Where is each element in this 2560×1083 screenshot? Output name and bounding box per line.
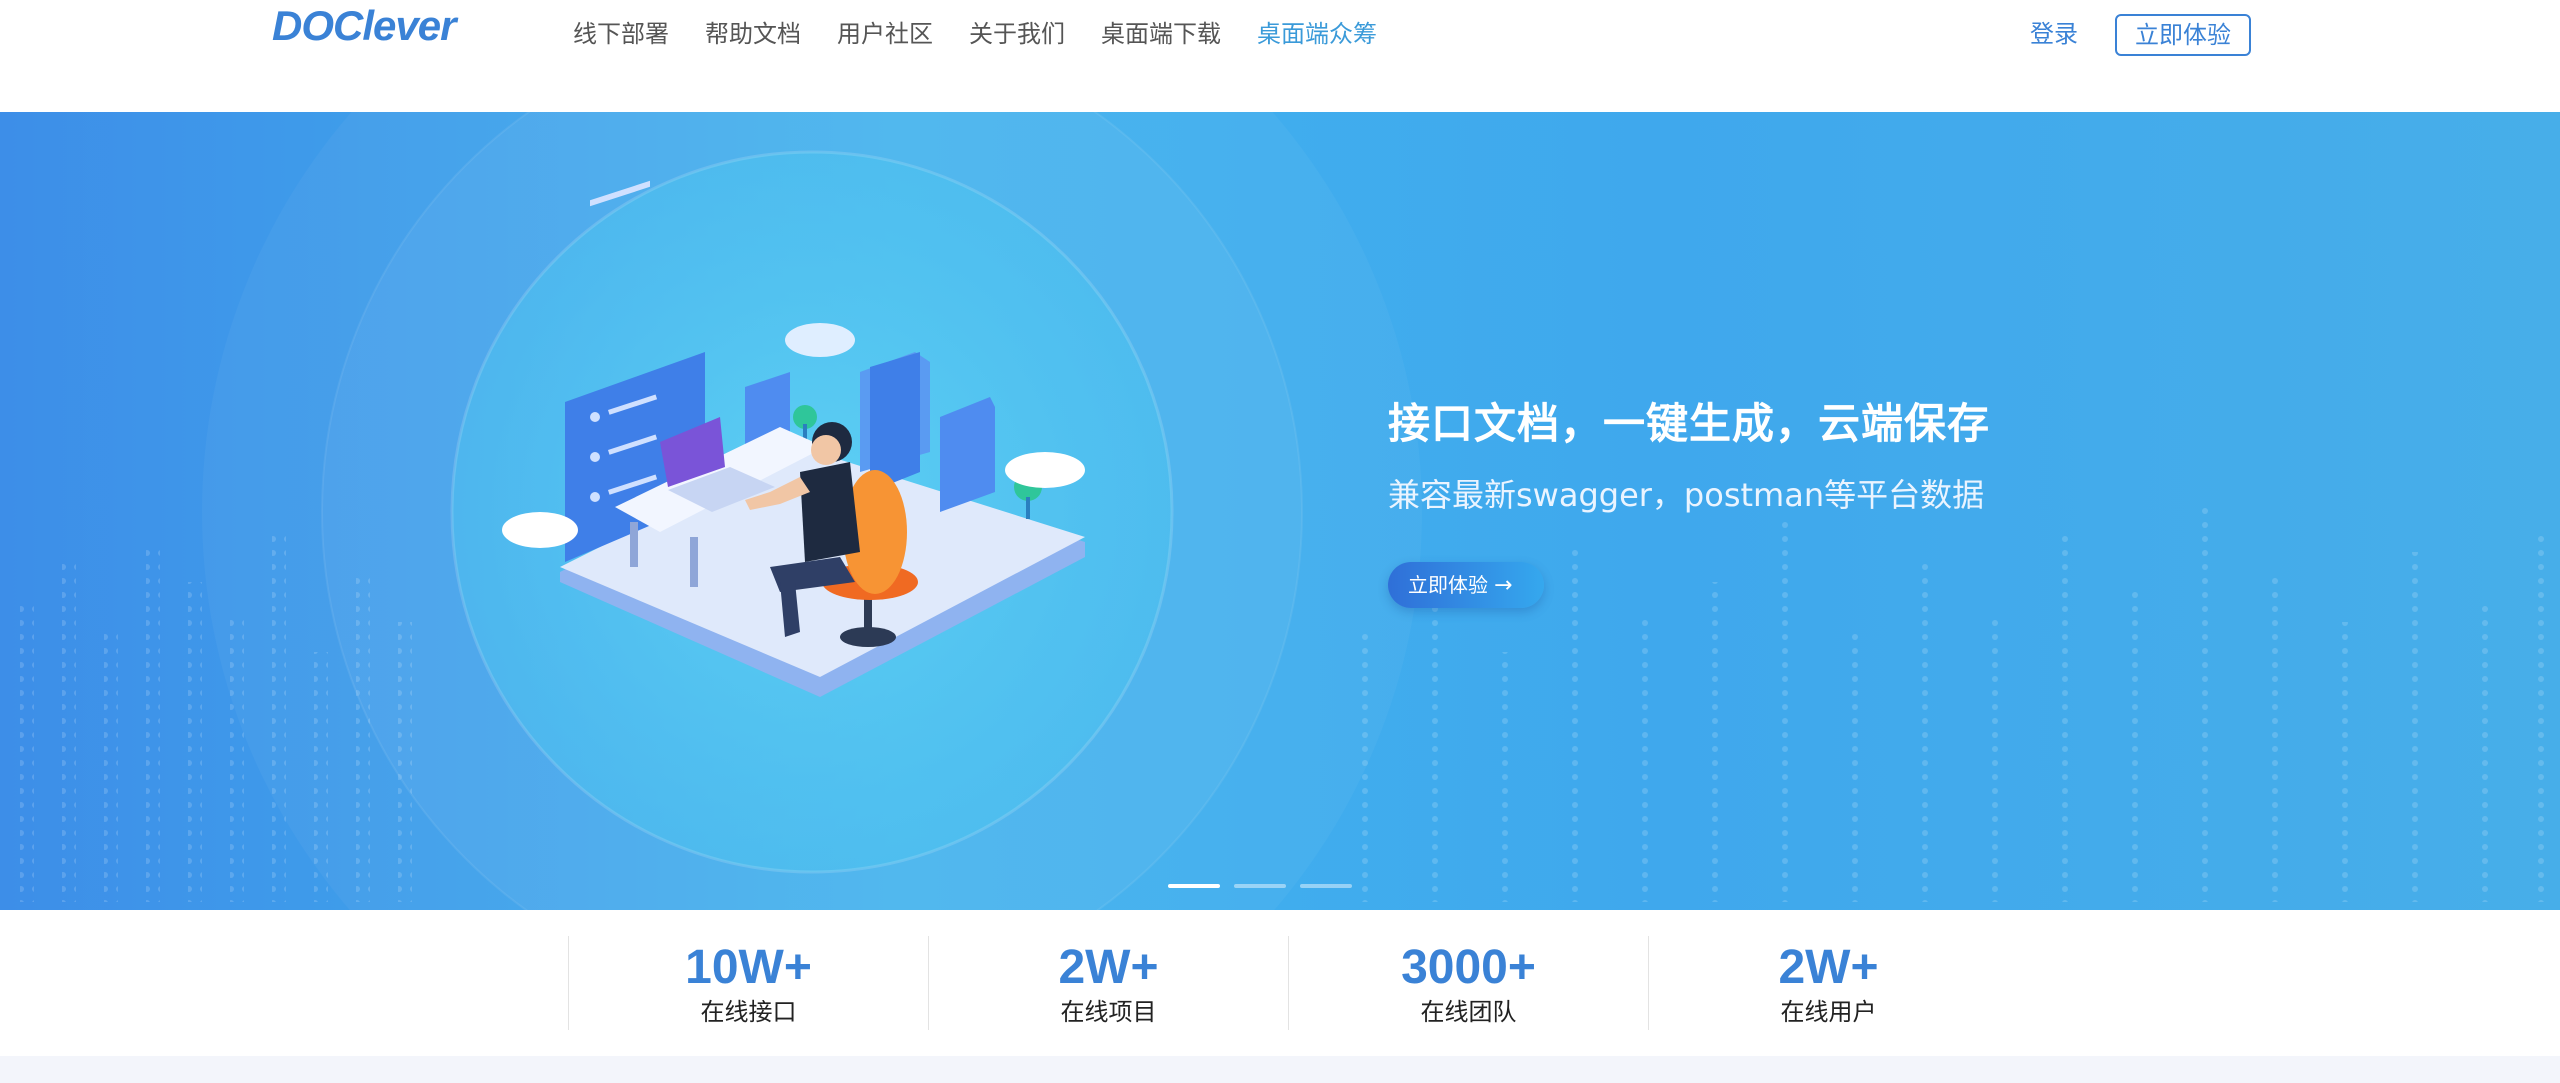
- stats-bar: 10W+ 在线接口 2W+ 在线项目 3000+ 在线团队 2W+ 在线用户: [0, 910, 2560, 1056]
- stat-label: 在线用户: [1780, 998, 1877, 1026]
- stat-online-apis: 10W+ 在线接口: [568, 936, 928, 1030]
- nav-item-help-docs[interactable]: 帮助文档: [705, 14, 801, 54]
- stat-value: 10W+: [685, 941, 812, 994]
- top-header: DOClever 线下部署 帮助文档 用户社区 关于我们 桌面端下载 桌面端众筹…: [0, 0, 2560, 112]
- nav-item-community[interactable]: 用户社区: [837, 14, 933, 54]
- stat-label: 在线团队: [1420, 998, 1517, 1026]
- stat-value: 2W+: [1058, 941, 1159, 994]
- stat-label: 在线项目: [1060, 998, 1157, 1026]
- stat-online-projects: 2W+ 在线项目: [928, 936, 1288, 1030]
- banner-title: 接口文档，一键生成，云端保存: [1388, 399, 1991, 448]
- next-section-strip: [0, 1056, 2560, 1083]
- login-link[interactable]: 登录: [2030, 14, 2078, 54]
- nav-item-about-us[interactable]: 关于我们: [969, 14, 1065, 54]
- stat-label: 在线接口: [700, 998, 797, 1026]
- hero-banner: 接口文档，一键生成，云端保存 兼容最新swagger，postman等平台数据 …: [0, 112, 2560, 910]
- arrow-right-icon: →: [1494, 573, 1513, 598]
- banner-try-now-button[interactable]: 立即体验 →: [1388, 562, 1544, 608]
- carousel-dot-2[interactable]: [1234, 884, 1286, 888]
- carousel-dot-3[interactable]: [1300, 884, 1352, 888]
- stat-value: 2W+: [1778, 941, 1879, 994]
- nav-item-desktop-download[interactable]: 桌面端下载: [1101, 14, 1221, 54]
- stat-value: 3000+: [1401, 941, 1536, 994]
- banner-try-now-label: 立即体验: [1408, 573, 1488, 597]
- main-nav: 线下部署 帮助文档 用户社区 关于我们 桌面端下载 桌面端众筹: [573, 14, 1413, 54]
- nav-item-crowdfunding[interactable]: 桌面端众筹: [1257, 14, 1377, 54]
- nav-item-offline-deploy[interactable]: 线下部署: [573, 14, 669, 54]
- svg-text:DOClever: DOClever: [272, 2, 459, 49]
- carousel-dot-1[interactable]: [1168, 884, 1220, 888]
- stat-online-users: 2W+ 在线用户: [1648, 936, 2008, 1030]
- banner-subtitle: 兼容最新swagger，postman等平台数据: [1388, 476, 1985, 514]
- try-now-button[interactable]: 立即体验: [2115, 14, 2251, 56]
- carousel-indicators: [1168, 884, 1352, 888]
- doclever-logo[interactable]: DOClever: [270, 2, 490, 52]
- stat-online-teams: 3000+ 在线团队: [1288, 936, 1648, 1030]
- banner-background: [20, 112, 2544, 910]
- logo-wordmark: DOClever: [272, 2, 460, 49]
